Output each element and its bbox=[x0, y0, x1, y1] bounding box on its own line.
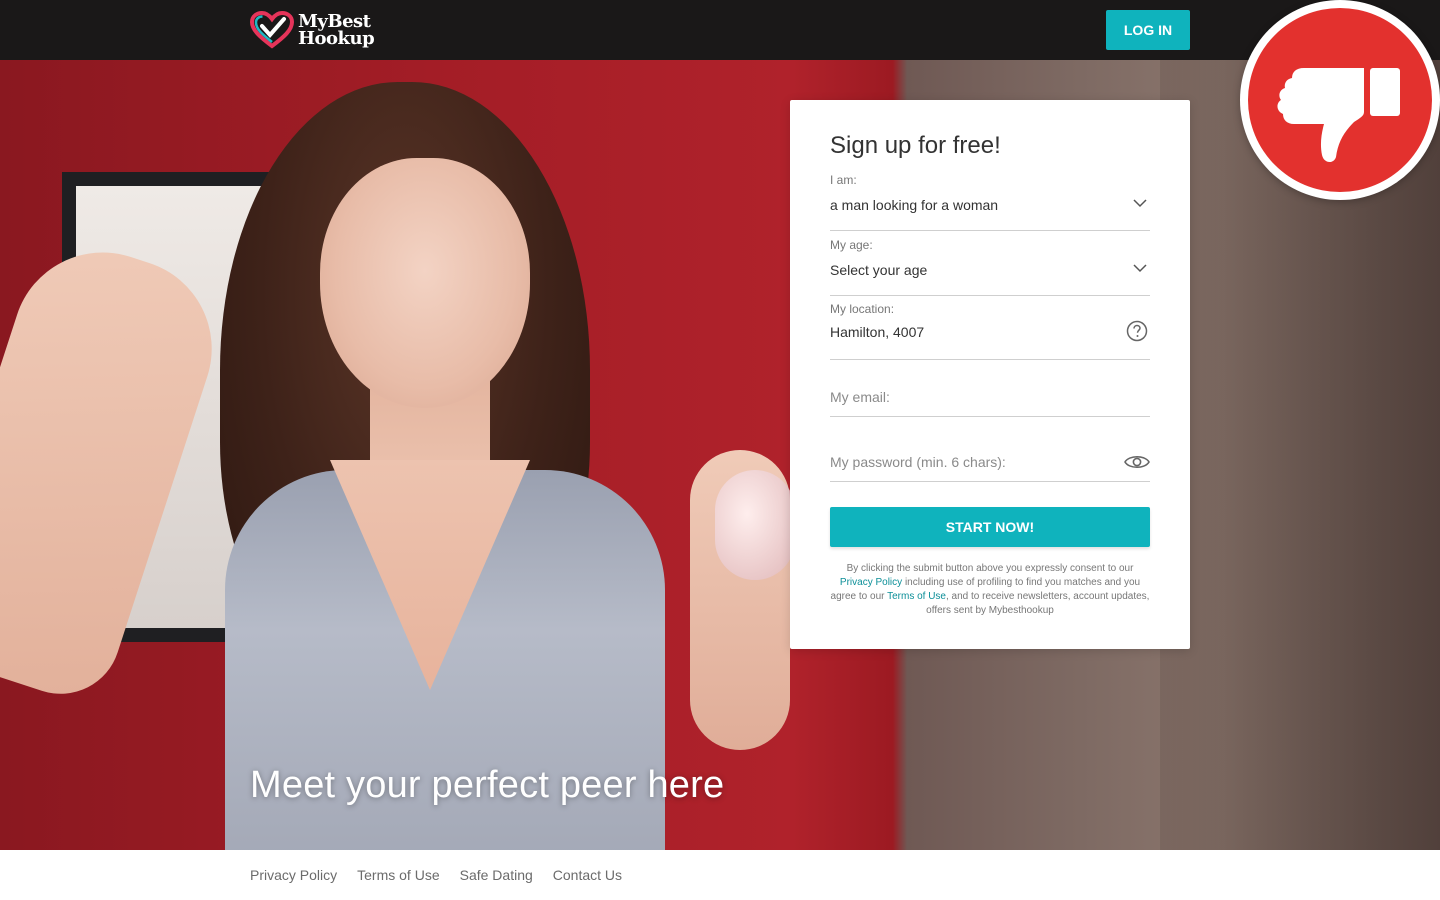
terms-of-use-link[interactable]: Terms of Use bbox=[887, 591, 946, 602]
chevron-down-icon bbox=[1133, 199, 1147, 208]
signup-title: Sign up for free! bbox=[830, 132, 1001, 159]
email-field[interactable]: My email: bbox=[830, 359, 1150, 417]
i-am-label: I am: bbox=[830, 173, 857, 187]
email-placeholder: My email: bbox=[830, 389, 890, 405]
privacy-policy-link[interactable]: Privacy Policy bbox=[840, 577, 902, 588]
password-placeholder: My password (min. 6 chars): bbox=[830, 454, 1006, 470]
help-question-icon[interactable] bbox=[1126, 320, 1148, 342]
site-logo[interactable]: MyBest Hookup bbox=[250, 9, 380, 51]
legal-text-part-1: By clicking the submit button above you … bbox=[846, 563, 1134, 574]
perfume-bottle bbox=[715, 470, 795, 580]
eye-icon[interactable] bbox=[1124, 452, 1150, 472]
legal-consent-text: By clicking the submit button above you … bbox=[830, 562, 1150, 618]
i-am-select[interactable]: I am: a man looking for a woman bbox=[830, 173, 1150, 231]
rating-badge bbox=[1240, 0, 1440, 200]
footer-link-safe-dating[interactable]: Safe Dating bbox=[460, 867, 533, 883]
top-bar: MyBest Hookup LOG IN bbox=[0, 0, 1440, 60]
location-label: My location: bbox=[830, 302, 895, 316]
signup-form: Sign up for free! I am: a man looking fo… bbox=[790, 100, 1190, 649]
footer-links: Privacy Policy Terms of Use Safe Dating … bbox=[250, 867, 622, 883]
location-field[interactable]: My location: Hamilton, 4007 bbox=[830, 302, 1150, 360]
age-label: My age: bbox=[830, 238, 873, 252]
start-now-button[interactable]: START NOW! bbox=[830, 507, 1150, 547]
age-select[interactable]: My age: Select your age bbox=[830, 238, 1150, 296]
heart-check-logo-icon bbox=[250, 11, 294, 49]
footer-link-terms-of-use[interactable]: Terms of Use bbox=[357, 867, 439, 883]
age-value: Select your age bbox=[830, 262, 928, 278]
i-am-value: a man looking for a woman bbox=[830, 197, 999, 213]
model-face bbox=[320, 158, 530, 408]
footer-link-contact-us[interactable]: Contact Us bbox=[553, 867, 622, 883]
footer: Privacy Policy Terms of Use Safe Dating … bbox=[0, 850, 1440, 900]
login-button[interactable]: LOG IN bbox=[1106, 10, 1190, 50]
hero-banner: Meet your perfect peer here bbox=[0, 60, 1440, 850]
footer-link-privacy-policy[interactable]: Privacy Policy bbox=[250, 867, 337, 883]
password-field[interactable]: My password (min. 6 chars): bbox=[830, 424, 1150, 482]
thumbs-down-icon bbox=[1277, 68, 1400, 163]
legal-text-part-3: , and to receive newsletters, account up… bbox=[926, 591, 1150, 616]
location-value: Hamilton, 4007 bbox=[830, 324, 925, 340]
logo-line-2: Hookup bbox=[298, 28, 375, 49]
hero-title: Meet your perfect peer here bbox=[250, 764, 725, 806]
chevron-down-icon bbox=[1133, 264, 1147, 273]
logo-wordmark: MyBest Hookup bbox=[298, 13, 375, 49]
